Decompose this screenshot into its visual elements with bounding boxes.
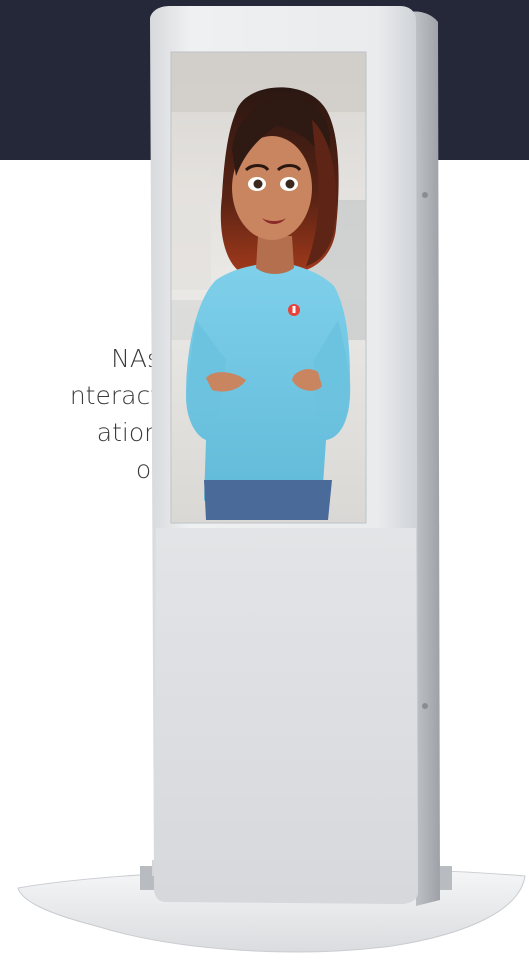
kiosk-image <box>17 6 526 953</box>
